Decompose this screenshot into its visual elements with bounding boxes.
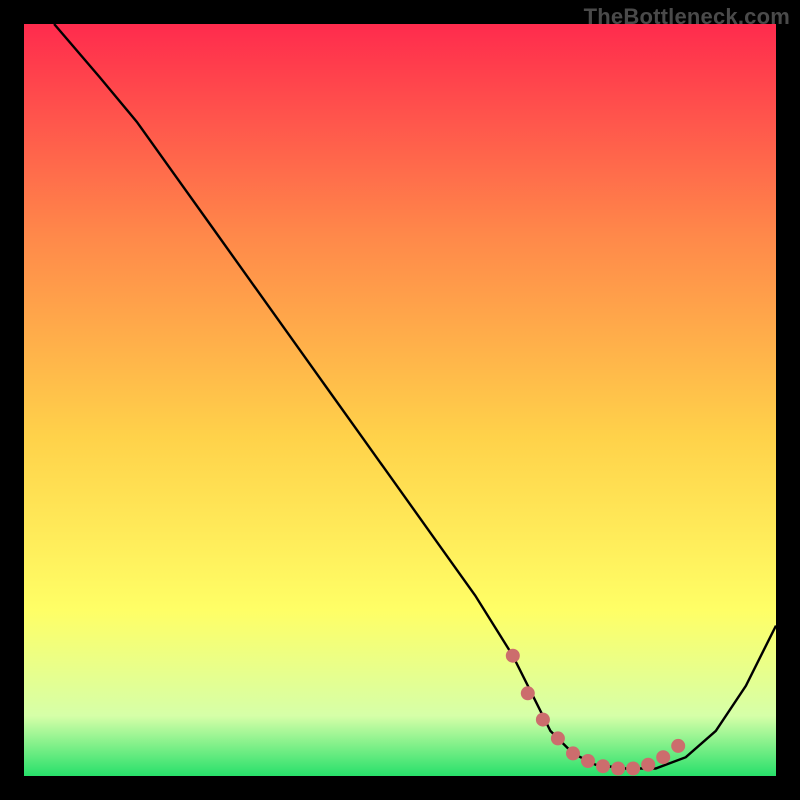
highlight-marker bbox=[506, 649, 520, 663]
highlight-marker bbox=[626, 762, 640, 776]
highlight-marker bbox=[641, 758, 655, 772]
highlight-marker bbox=[551, 731, 565, 745]
highlight-marker bbox=[596, 759, 610, 773]
gradient-background bbox=[24, 24, 776, 776]
watermark-label: TheBottleneck.com bbox=[584, 4, 790, 30]
highlight-marker bbox=[671, 739, 685, 753]
highlight-marker bbox=[521, 686, 535, 700]
highlight-marker bbox=[536, 713, 550, 727]
highlight-marker bbox=[581, 754, 595, 768]
highlight-marker bbox=[566, 746, 580, 760]
highlight-marker bbox=[656, 750, 670, 764]
bottleneck-chart bbox=[24, 24, 776, 776]
chart-frame: TheBottleneck.com bbox=[0, 0, 800, 800]
highlight-marker bbox=[611, 762, 625, 776]
